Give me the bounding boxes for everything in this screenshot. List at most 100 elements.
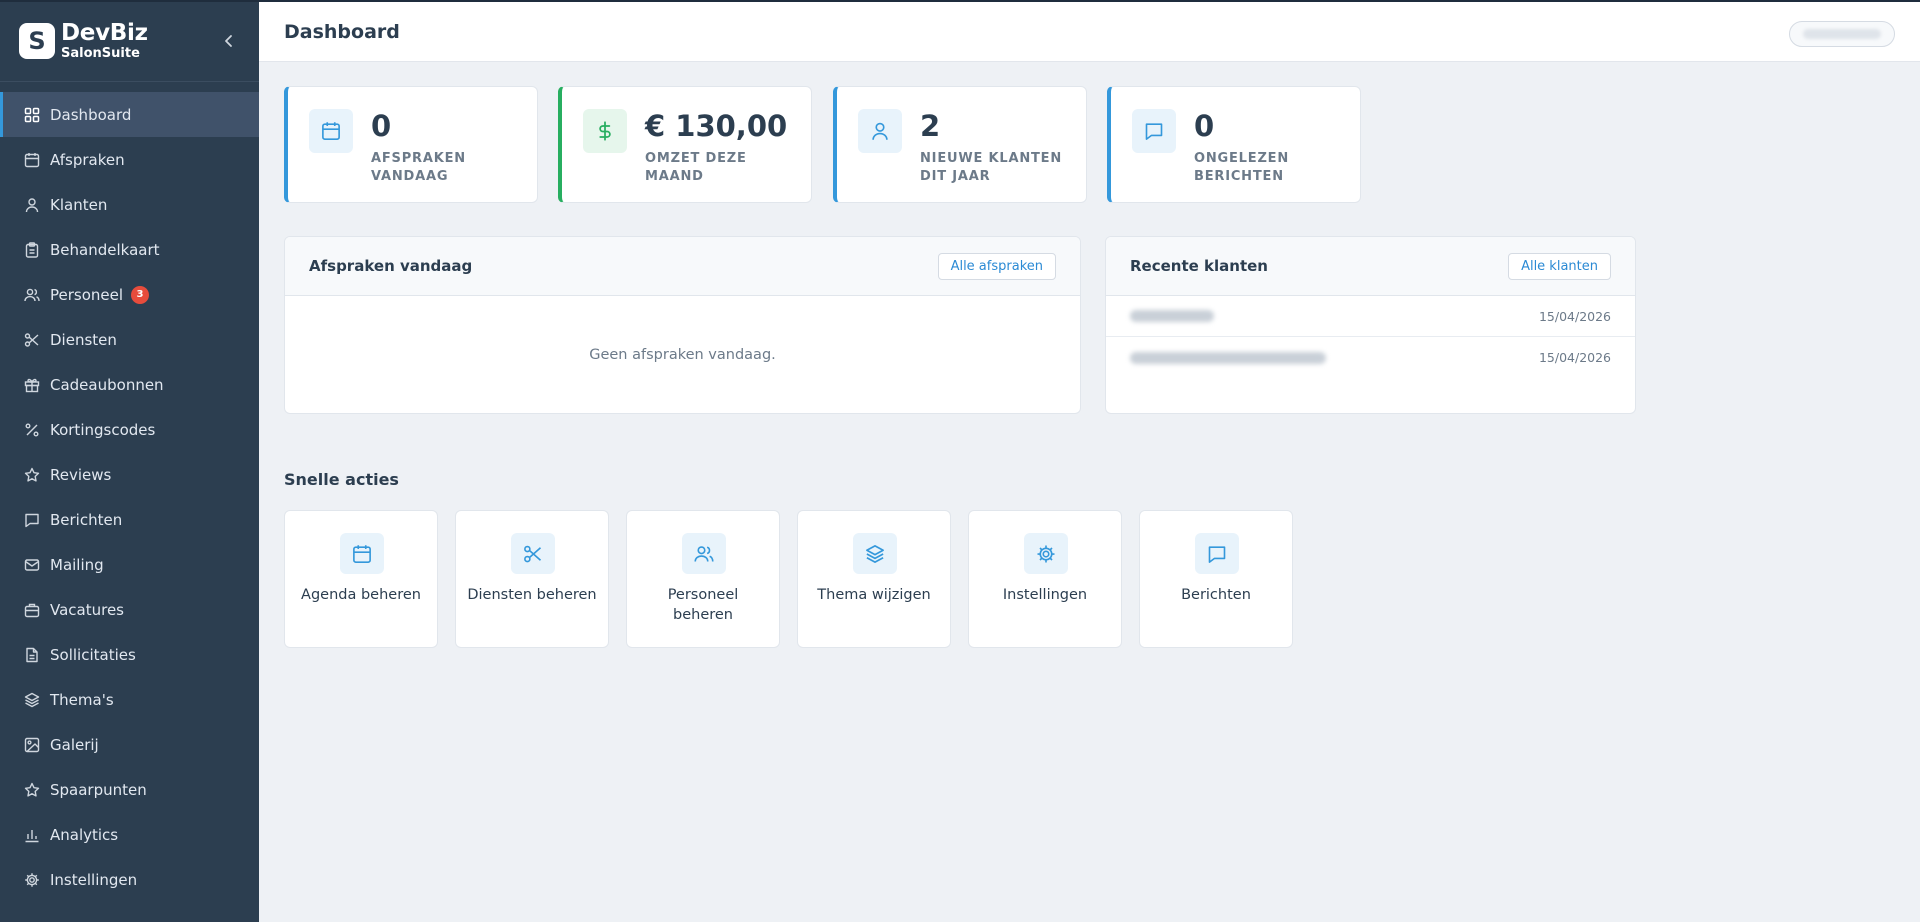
brand-title: DevBiz bbox=[61, 19, 148, 46]
calendar-icon bbox=[309, 109, 353, 153]
sidebar-item-mailing[interactable]: Mailing bbox=[0, 542, 259, 587]
all-clients-button[interactable]: Alle klanten bbox=[1508, 252, 1611, 280]
file-icon bbox=[24, 647, 40, 663]
sidebar-item-label: Galerij bbox=[50, 735, 99, 754]
client-row[interactable]: 15/04/2026 bbox=[1106, 337, 1635, 378]
sidebar-item-label: Behandelkaart bbox=[50, 240, 160, 259]
stat-label: NIEUWE KLANTEN DIT JAAR bbox=[920, 151, 1063, 184]
sidebar-item-diensten[interactable]: Diensten bbox=[0, 317, 259, 362]
sidebar-item-label: Klanten bbox=[50, 195, 108, 214]
panel-title: Afspraken vandaag bbox=[309, 257, 473, 275]
sidebar-item-label: Spaarpunten bbox=[50, 780, 147, 799]
sidebar-item-label: Sollicitaties bbox=[50, 645, 136, 664]
quick-action-label: Diensten beheren bbox=[467, 587, 597, 603]
stat-card-revenue-month: € 130,00 OMZET DEZE MAAND bbox=[558, 86, 812, 203]
sidebar-item-personeel[interactable]: Personeel 3 bbox=[0, 272, 259, 317]
stat-card-new-clients: 2 NIEUWE KLANTEN DIT JAAR bbox=[833, 86, 1087, 203]
client-name-redacted bbox=[1130, 351, 1326, 364]
brand[interactable]: S DevBiz SalonSuite bbox=[0, 0, 259, 82]
dollar-icon bbox=[583, 109, 627, 153]
user-icon bbox=[24, 197, 40, 213]
sidebar-item-label: Afspraken bbox=[50, 150, 125, 169]
notification-badge: 3 bbox=[131, 285, 150, 304]
sidebar-item-sollicitaties[interactable]: Sollicitaties bbox=[0, 632, 259, 677]
sidebar-item-vacatures[interactable]: Vacatures bbox=[0, 587, 259, 632]
sidebar-item-behandelkaart[interactable]: Behandelkaart bbox=[0, 227, 259, 272]
sidebar-item-instellingen[interactable]: Instellingen bbox=[0, 857, 259, 902]
layers-icon bbox=[853, 533, 897, 574]
quick-action-settings[interactable]: Instellingen bbox=[968, 510, 1122, 648]
quick-action-theme[interactable]: Thema wijzigen bbox=[797, 510, 951, 648]
stat-card-appointments-today: 0 AFSPRAKEN VANDAAG bbox=[284, 86, 538, 203]
sidebar-item-afspraken[interactable]: Afspraken bbox=[0, 137, 259, 182]
sidebar-item-berichten[interactable]: Berichten bbox=[0, 497, 259, 542]
collapse-sidebar-button[interactable] bbox=[221, 32, 237, 50]
quick-action-services[interactable]: Diensten beheren bbox=[455, 510, 609, 648]
sidebar-nav: Dashboard Afspraken Klanten Behandelkaar… bbox=[0, 92, 259, 902]
quick-action-label: Instellingen bbox=[1002, 587, 1088, 603]
briefcase-icon bbox=[24, 602, 40, 618]
sidebar: S DevBiz SalonSuite Dashboard Afspraken … bbox=[0, 0, 259, 922]
stat-label: ONGELEZEN BERICHTEN bbox=[1194, 151, 1290, 184]
sidebar-item-label: Kortingscodes bbox=[50, 420, 156, 439]
sidebar-item-themas[interactable]: Thema's bbox=[0, 677, 259, 722]
star-outline-icon bbox=[24, 782, 40, 798]
stat-value: 0 bbox=[1194, 109, 1215, 143]
gear-icon bbox=[24, 872, 40, 888]
user-menu-button[interactable] bbox=[1789, 21, 1895, 47]
sidebar-item-dashboard[interactable]: Dashboard bbox=[0, 92, 259, 137]
client-row[interactable]: 15/04/2026 bbox=[1106, 296, 1635, 337]
mail-icon bbox=[24, 557, 40, 573]
percent-icon bbox=[24, 422, 40, 438]
gift-icon bbox=[24, 377, 40, 393]
user-icon bbox=[858, 109, 902, 153]
top-header: Dashboard bbox=[259, 2, 1920, 62]
quick-action-staff[interactable]: Personeel beheren bbox=[626, 510, 780, 648]
brand-subtitle: SalonSuite bbox=[61, 45, 140, 61]
stat-card-unread-messages: 0 ONGELEZEN BERICHTEN bbox=[1107, 86, 1361, 203]
quick-action-agenda[interactable]: Agenda beheren bbox=[284, 510, 438, 648]
all-appointments-button[interactable]: Alle afspraken bbox=[937, 252, 1056, 280]
grid-icon bbox=[24, 107, 40, 123]
stat-value: 0 bbox=[371, 109, 392, 143]
sidebar-item-kortingscodes[interactable]: Kortingscodes bbox=[0, 407, 259, 452]
chevron-left-icon bbox=[225, 35, 232, 47]
sidebar-item-label: Personeel bbox=[50, 285, 124, 304]
client-date: 15/04/2026 bbox=[1538, 350, 1611, 365]
users-icon bbox=[682, 533, 726, 574]
stat-label: OMZET DEZE MAAND bbox=[645, 151, 747, 184]
brand-logo: S bbox=[19, 22, 55, 59]
page-title: Dashboard bbox=[284, 20, 400, 43]
scissors-icon bbox=[511, 533, 555, 574]
quick-action-label: Agenda beheren bbox=[301, 587, 421, 603]
message-icon bbox=[24, 512, 40, 528]
sidebar-item-label: Instellingen bbox=[50, 870, 138, 889]
empty-state-text: Geen afspraken vandaag. bbox=[589, 347, 776, 363]
calendar-icon bbox=[340, 533, 384, 574]
image-icon bbox=[24, 737, 40, 753]
client-date: 15/04/2026 bbox=[1538, 308, 1611, 324]
sidebar-item-cadeaubonnen[interactable]: Cadeaubonnen bbox=[0, 362, 259, 407]
recent-clients-panel: Recente klanten Alle klanten 15/04/2026 … bbox=[1105, 236, 1636, 414]
sidebar-item-analytics[interactable]: Analytics bbox=[0, 812, 259, 857]
sidebar-item-label: Berichten bbox=[50, 510, 123, 529]
client-name-redacted bbox=[1130, 310, 1214, 322]
sidebar-item-galerij[interactable]: Galerij bbox=[0, 722, 259, 767]
bar-chart-icon bbox=[24, 827, 40, 843]
sidebar-item-spaarpunten[interactable]: Spaarpunten bbox=[0, 767, 259, 812]
stat-label: AFSPRAKEN VANDAAG bbox=[371, 151, 466, 184]
quick-action-label: Berichten bbox=[1181, 587, 1251, 603]
scissors-icon bbox=[24, 332, 40, 348]
user-name-redacted bbox=[1803, 29, 1881, 39]
quick-action-label: Thema wijzigen bbox=[817, 587, 931, 603]
clipboard-icon bbox=[24, 241, 40, 258]
sidebar-item-label: Vacatures bbox=[50, 600, 124, 619]
panel-title: Recente klanten bbox=[1130, 257, 1268, 275]
sidebar-item-reviews[interactable]: Reviews bbox=[0, 452, 259, 497]
sidebar-item-klanten[interactable]: Klanten bbox=[0, 182, 259, 227]
quick-action-messages[interactable]: Berichten bbox=[1139, 510, 1293, 648]
appointments-today-panel: Afspraken vandaag Alle afspraken Geen af… bbox=[284, 236, 1081, 414]
stat-value: 2 bbox=[920, 109, 941, 143]
message-icon bbox=[1132, 109, 1176, 153]
sidebar-item-label: Diensten bbox=[50, 330, 117, 349]
